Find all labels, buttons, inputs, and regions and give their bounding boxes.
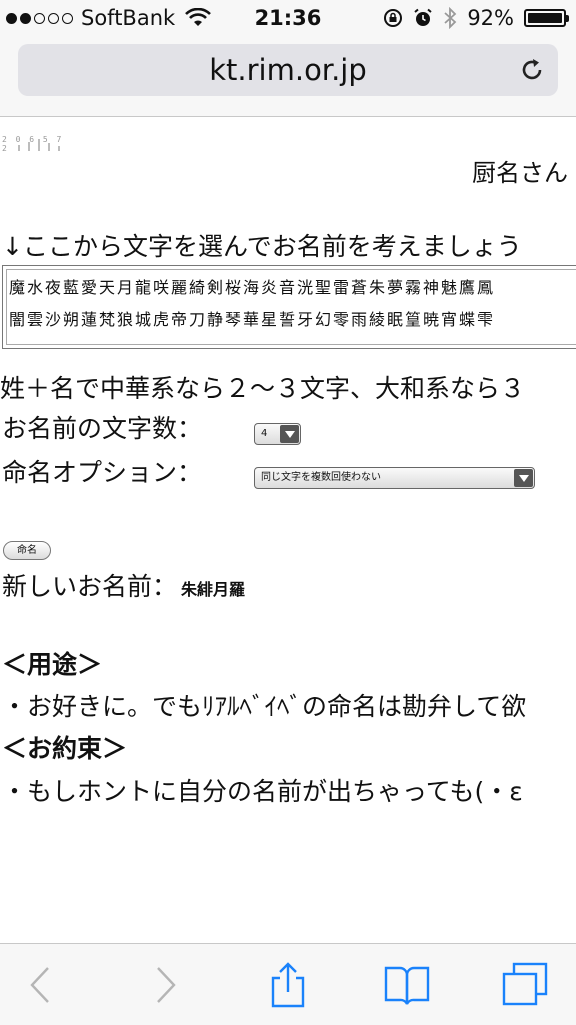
battery-percent: 92% (467, 6, 514, 30)
result-value: 朱緋月羅 (181, 580, 246, 599)
address-bar[interactable]: kt.rim.or.jp (18, 44, 558, 96)
status-bar: SoftBank 21:36 92% (0, 0, 576, 38)
alarm-icon (414, 8, 432, 26)
forward-icon[interactable] (140, 962, 190, 1008)
generate-name-button[interactable]: 命名 (3, 541, 51, 560)
promise-text: ・もしホントに自分の名前が出ちゃっても(・ε (2, 777, 523, 806)
bluetooth-icon (444, 7, 457, 29)
back-icon[interactable] (16, 962, 66, 1008)
rotation-lock-icon (384, 9, 403, 27)
kanji-picker[interactable]: 魔水夜藍愛天月龍咲麗綺剣桜海炎音洸聖雷蒼朱夢霧神魅鷹鳳 闇雲沙朔蓮梵狼城虎帝刀静… (2, 265, 576, 349)
counter-digits: 2 0 6 5 7 2 (2, 135, 64, 153)
kanji-row[interactable]: 魔水夜藍愛天月龍咲麗綺剣桜海炎音洸聖雷蒼朱夢霧神魅鷹鳳 (9, 272, 576, 304)
intro-text: ↓ここから文字を選んでお名前を考えましょう (2, 232, 522, 261)
kanji-row[interactable]: 闇雲沙朔蓮梵狼城虎帝刀静琴華星誓牙幻零雨綾眠篁暁宵蝶雫 (9, 304, 576, 336)
reload-icon[interactable] (518, 56, 546, 84)
option-select[interactable]: 同じ文字を複数回使わない (254, 467, 535, 489)
page-content: 2 0 6 5 7 2 厨名さん ↓ここから文字を選んでお名前を考えましょう 魔… (0, 117, 576, 943)
chevron-down-icon (280, 425, 299, 443)
status-right: 92% (383, 6, 569, 30)
browser-toolbar (0, 943, 576, 1025)
result-label: 新しいお名前： (2, 572, 178, 601)
usage-heading: ＜用途＞ (2, 650, 103, 679)
promise-heading: ＜お約束＞ (2, 734, 128, 763)
option-label: 命名オプション： (2, 458, 203, 487)
char-count-label: お名前の文字数： (2, 414, 203, 443)
battery-icon (524, 9, 569, 27)
author-name: 厨名さん (472, 159, 568, 187)
result-line: 新しいお名前： 朱緋月羅 (2, 567, 245, 603)
chevron-down-icon (514, 469, 533, 487)
char-count-value: 4 (261, 428, 268, 439)
option-value: 同じ文字を複数回使わない (261, 472, 381, 483)
url-text[interactable]: kt.rim.or.jp (18, 53, 558, 87)
kanji-picker-inner[interactable]: 魔水夜藍愛天月龍咲麗綺剣桜海炎音洸聖雷蒼朱夢霧神魅鷹鳳 闇雲沙朔蓮梵狼城虎帝刀静… (6, 269, 576, 345)
access-counter: 2 0 6 5 7 2 (2, 135, 66, 153)
browser-chrome: SoftBank 21:36 92% kt.rim.or.jp (0, 0, 576, 117)
tabs-icon[interactable] (500, 962, 550, 1008)
bookmarks-icon[interactable] (382, 962, 432, 1008)
usage-text: ・お好きに。でもﾘｱﾙﾍﾞｲﾍﾞの命名は勘弁して欲 (2, 692, 527, 721)
share-icon[interactable] (263, 962, 313, 1008)
naming-rule-text: 姓＋名で中華系なら２〜３文字、大和系なら３ (0, 374, 526, 403)
char-count-select[interactable]: 4 (254, 423, 301, 445)
